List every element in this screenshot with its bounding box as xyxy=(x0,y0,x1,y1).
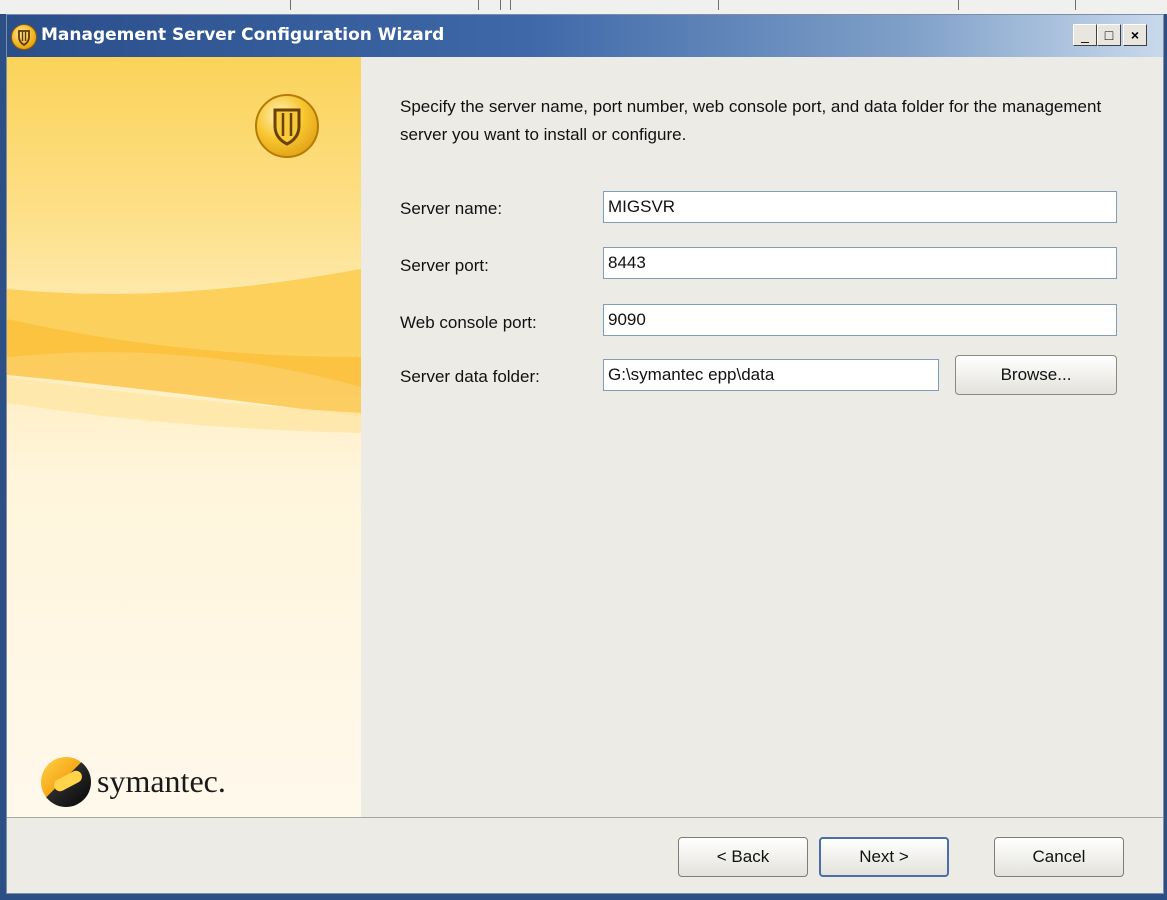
symantec-shield-icon xyxy=(11,24,37,50)
symantec-shield-icon xyxy=(255,94,319,158)
server-name-input[interactable]: MIGSVR xyxy=(603,191,1117,223)
background-taskbar-strip xyxy=(0,0,1167,14)
data-folder-label: Server data folder: xyxy=(400,367,540,386)
brand-text: symantec. xyxy=(97,763,226,799)
cancel-button[interactable]: Cancel xyxy=(994,837,1124,877)
minimize-button[interactable]: _ xyxy=(1073,24,1097,46)
window-title: Management Server Configuration Wizard xyxy=(41,25,445,45)
decorative-waves xyxy=(7,269,361,433)
wizard-window: Management Server Configuration Wizard _… xyxy=(6,14,1164,894)
maximize-button[interactable]: □ xyxy=(1097,24,1121,46)
server-name-label: Server name: xyxy=(400,199,503,218)
symantec-globe-icon xyxy=(41,757,91,807)
instructions-text: Specify the server name, port number, we… xyxy=(400,97,1102,144)
close-button[interactable]: × xyxy=(1123,24,1147,46)
wizard-side-panel: symantec. xyxy=(7,57,361,817)
server-port-label: Server port: xyxy=(400,256,489,275)
back-button[interactable]: < Back xyxy=(678,837,808,877)
wizard-button-bar xyxy=(7,817,1163,893)
web-console-port-input[interactable]: 9090 xyxy=(603,304,1117,336)
browse-button[interactable]: Browse... xyxy=(955,355,1117,395)
server-port-input[interactable]: 8443 xyxy=(603,247,1117,279)
data-folder-input[interactable]: G:\symantec epp\data xyxy=(603,359,939,391)
next-button[interactable]: Next > xyxy=(819,837,949,877)
title-bar[interactable]: Management Server Configuration Wizard _… xyxy=(7,15,1163,57)
web-console-port-label: Web console port: xyxy=(400,313,537,332)
symantec-logo: symantec. xyxy=(41,757,271,817)
